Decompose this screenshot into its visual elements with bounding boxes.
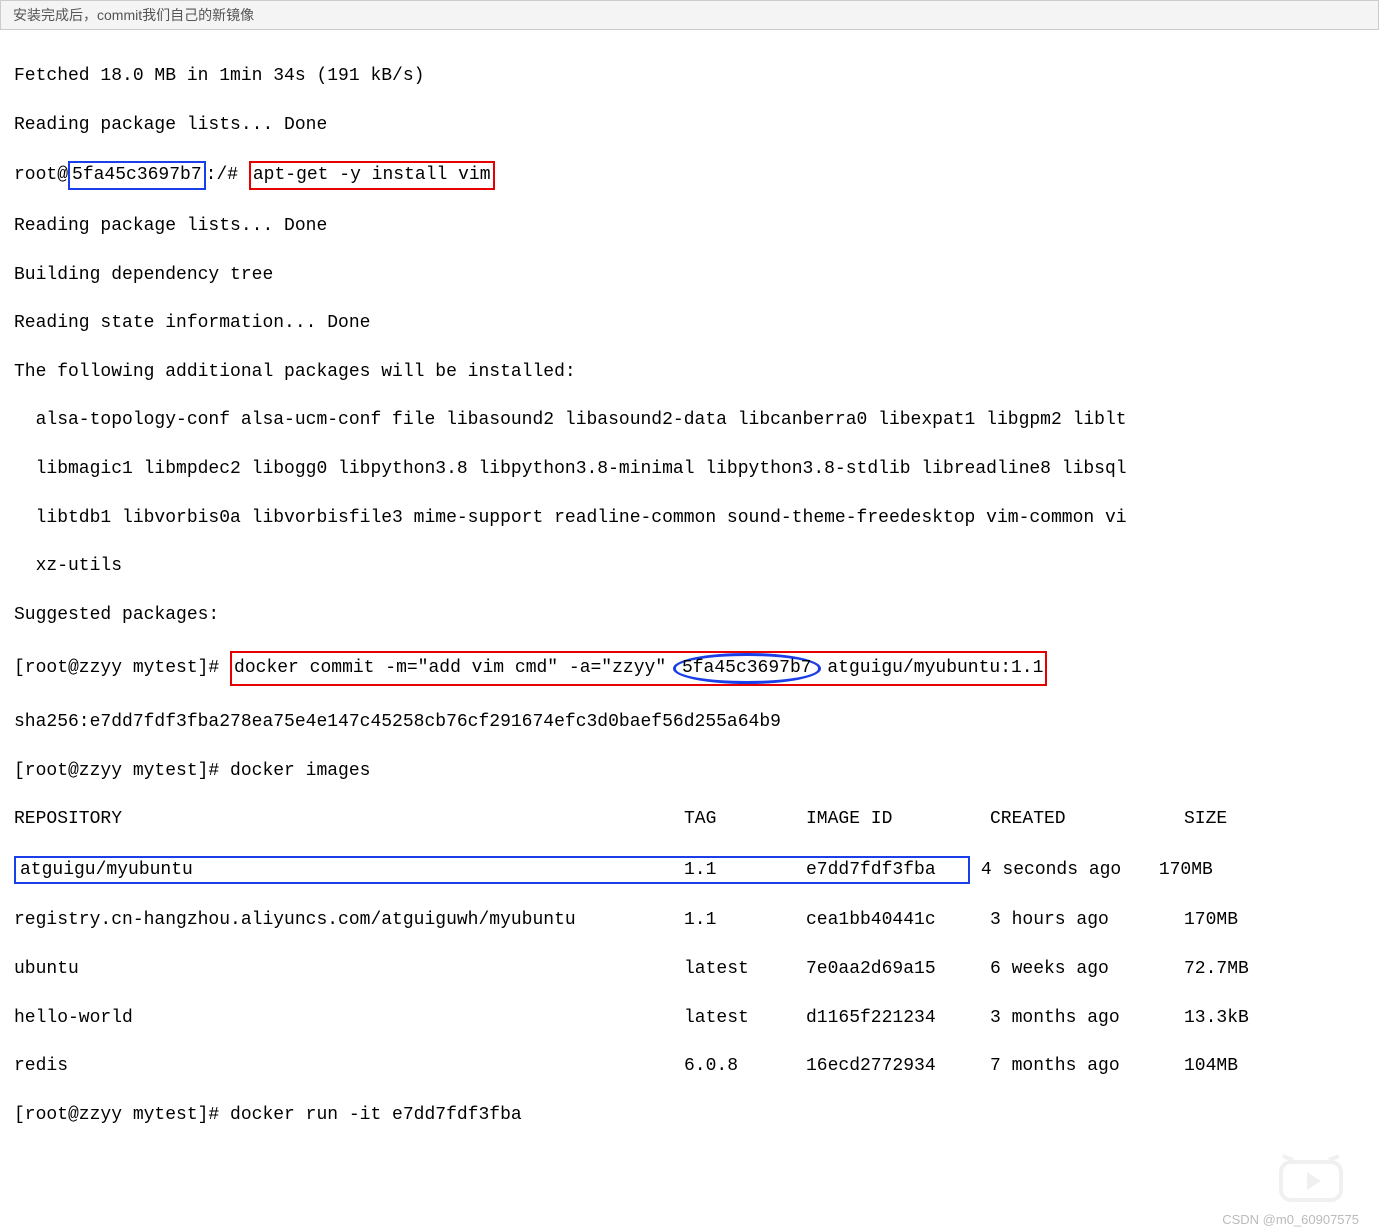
- header-created: CREATED: [990, 807, 1184, 831]
- cell-image-id: 7e0aa2d69a15: [806, 957, 990, 981]
- docker-commit-highlight: docker commit -m="add vim cmd" -a="zzyy"…: [230, 651, 1047, 685]
- cell-image-id: d1165f221234: [806, 1006, 990, 1030]
- cell-size: 72.7MB: [1184, 957, 1249, 981]
- terminal-output: Fetched 18.0 MB in 1min 34s (191 kB/s) R…: [0, 30, 1379, 1228]
- terminal-line: [root@zzyy mytest]# docker run -it e7dd7…: [14, 1103, 1365, 1127]
- cell-image-id: 16ecd2772934: [806, 1054, 990, 1078]
- cell-size: 104MB: [1184, 1054, 1238, 1078]
- terminal-line: Suggested packages:: [14, 603, 1365, 627]
- terminal-line: The following additional packages will b…: [14, 360, 1365, 384]
- container-id-ellipse: 5fa45c3697b7: [673, 653, 821, 683]
- header-image-id: IMAGE ID: [806, 807, 990, 831]
- cell-repository: registry.cn-hangzhou.aliyuncs.com/atguig…: [14, 908, 684, 932]
- cell-size: 170MB: [1159, 858, 1213, 882]
- table-row: ubuntulatest7e0aa2d69a156 weeks ago72.7M…: [14, 957, 1365, 981]
- tab-label: 安装完成后，commit我们自己的新镜像: [0, 0, 1379, 30]
- cell-created: 6 weeks ago: [990, 957, 1184, 981]
- terminal-line: Building dependency tree: [14, 263, 1365, 287]
- cell-repository: hello-world: [14, 1006, 684, 1030]
- cell-tag: 1.1: [684, 908, 806, 932]
- tab-text: 安装完成后，commit我们自己的新镜像: [13, 7, 254, 23]
- terminal-line: sha256:e7dd7fdf3fba278ea75e4e147c45258cb…: [14, 710, 1365, 734]
- terminal-line: xz-utils: [14, 554, 1365, 578]
- cell-size: 170MB: [1184, 908, 1238, 932]
- terminal-line: Reading package lists... Done: [14, 214, 1365, 238]
- cell-created: 7 months ago: [990, 1054, 1184, 1078]
- play-watermark-icon: [1279, 1154, 1349, 1204]
- table-row: hello-worldlatestd1165f2212343 months ag…: [14, 1006, 1365, 1030]
- command-highlight: apt-get -y install vim: [249, 161, 495, 189]
- terminal-line: Fetched 18.0 MB in 1min 34s (191 kB/s): [14, 64, 1365, 88]
- terminal-line: alsa-topology-conf alsa-ucm-conf file li…: [14, 408, 1365, 432]
- cell-tag: 1.1: [684, 858, 806, 882]
- terminal-line: libmagic1 libmpdec2 libogg0 libpython3.8…: [14, 457, 1365, 481]
- header-size: SIZE: [1184, 807, 1227, 831]
- terminal-line: libtdb1 libvorbis0a libvorbisfile3 mime-…: [14, 506, 1365, 530]
- cell-created: 4 seconds ago: [981, 858, 1159, 882]
- cell-repository: redis: [14, 1054, 684, 1078]
- cell-created: 3 hours ago: [990, 908, 1184, 932]
- terminal-line: Reading package lists... Done: [14, 113, 1365, 137]
- cell-tag: 6.0.8: [684, 1054, 806, 1078]
- cell-repository: atguigu/myubuntu: [20, 858, 684, 882]
- terminal-line: root@5fa45c3697b7:/# apt-get -y install …: [14, 161, 1365, 189]
- table-row: registry.cn-hangzhou.aliyuncs.com/atguig…: [14, 908, 1365, 932]
- container-id-highlight: 5fa45c3697b7: [68, 161, 206, 189]
- cell-repository: ubuntu: [14, 957, 684, 981]
- table-header: REPOSITORYTAGIMAGE IDCREATEDSIZE: [14, 807, 1365, 831]
- watermark-text: CSDN @m0_60907575: [1222, 1211, 1359, 1228]
- cell-tag: latest: [684, 957, 806, 981]
- header-tag: TAG: [684, 807, 806, 831]
- table-row-highlight: atguigu/myubuntu1.1e7dd7fdf3fba 4 second…: [14, 856, 1365, 884]
- cell-tag: latest: [684, 1006, 806, 1030]
- table-row: redis6.0.816ecd27729347 months ago104MB: [14, 1054, 1365, 1078]
- terminal-line: [root@zzyy mytest]# docker images: [14, 759, 1365, 783]
- header-repository: REPOSITORY: [14, 807, 684, 831]
- cell-image-id: e7dd7fdf3fba: [806, 858, 966, 882]
- terminal-line: [root@zzyy mytest]# docker commit -m="ad…: [14, 651, 1365, 685]
- cell-created: 3 months ago: [990, 1006, 1184, 1030]
- terminal-line: Reading state information... Done: [14, 311, 1365, 335]
- cell-image-id: cea1bb40441c: [806, 908, 990, 932]
- cell-size: 13.3kB: [1184, 1006, 1249, 1030]
